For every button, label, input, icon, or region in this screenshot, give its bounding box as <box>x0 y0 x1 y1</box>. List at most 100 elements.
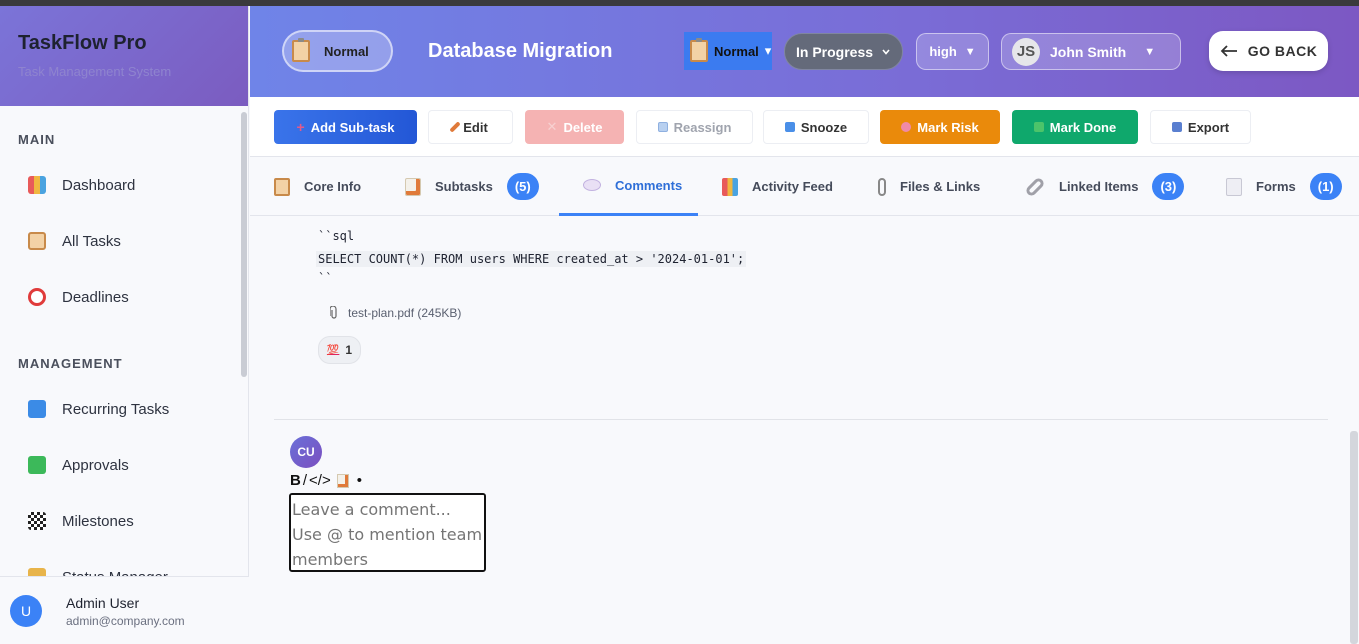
repeat-icon <box>28 400 46 418</box>
mark-risk-button[interactable]: Mark Risk <box>880 110 1000 144</box>
link-icon <box>1024 175 1046 198</box>
export-button[interactable]: Export <box>1150 110 1251 144</box>
detail-tabs: Core Info Subtasks (5) Comments Activity… <box>250 157 1359 216</box>
edit-label: Edit <box>463 119 488 135</box>
reaction-count: 1 <box>345 343 353 357</box>
sidebar-item-label: Dashboard <box>62 176 136 194</box>
chevron-down-icon: ▾ <box>764 43 772 58</box>
go-back-button[interactable]: GO BACK <box>1209 31 1328 71</box>
sidebar-item-milestones[interactable]: Milestones <box>28 512 134 530</box>
check-box-icon <box>28 456 46 474</box>
user-email: admin@company.com <box>66 614 185 628</box>
italic-button[interactable]: / <box>303 472 307 489</box>
app-title: TaskFlow Pro <box>18 32 147 54</box>
sidebar: TaskFlow Pro Task Management System MAIN… <box>0 6 249 644</box>
attachment-name: test-plan.pdf (245KB) <box>348 306 462 320</box>
reaction-chip[interactable]: 💯 1 <box>318 336 361 364</box>
action-toolbar: + Add Sub-task Edit ✕ Delete Reassign Sn… <box>250 97 1359 157</box>
tab-label: Linked Items <box>1059 179 1139 194</box>
content-scrollbar[interactable] <box>1350 431 1358 644</box>
plus-icon: + <box>296 119 305 135</box>
tab-label: Subtasks <box>435 179 493 194</box>
bar-chart-icon <box>722 177 738 196</box>
sidebar-item-dashboard[interactable]: Dashboard <box>28 176 135 194</box>
tab-linked-items[interactable]: Linked Items (3) <box>1024 157 1185 216</box>
brain-icon <box>901 122 912 132</box>
avatar: U <box>10 595 42 627</box>
x-icon: ✕ <box>546 119 558 134</box>
priority-dropdown[interactable]: high ▼ <box>916 33 989 70</box>
format-toolbar: B / </> • <box>290 472 362 489</box>
app-subtitle: Task Management System <box>18 64 172 79</box>
memo-icon <box>405 177 421 196</box>
delete-button[interactable]: ✕ Delete <box>525 110 624 144</box>
tab-activity-feed[interactable]: Activity Feed <box>722 157 833 216</box>
pause-icon <box>784 122 795 132</box>
tab-label: Forms <box>1256 179 1296 194</box>
reassign-label: Reassign <box>673 119 732 135</box>
alarm-clock-icon <box>28 288 46 306</box>
chevron-down-icon <box>882 48 890 55</box>
comment-input[interactable] <box>289 493 486 572</box>
snooze-label: Snooze <box>800 119 848 135</box>
mark-done-button[interactable]: Mark Done <box>1012 110 1138 144</box>
sidebar-item-label: All Tasks <box>62 232 121 250</box>
sidebar-item-approvals[interactable]: Approvals <box>28 456 129 474</box>
assignee-dropdown[interactable]: JS John Smith ▼ <box>1001 33 1181 70</box>
assignee-name: John Smith <box>1050 43 1127 60</box>
avatar: JS <box>1012 37 1040 66</box>
memo-icon[interactable] <box>336 473 349 488</box>
count-badge: (1) <box>1309 173 1342 200</box>
task-type-select[interactable]: Normal ▾ <box>684 32 772 70</box>
tab-comments[interactable]: Comments <box>559 157 698 216</box>
checkered-flag-icon <box>28 512 46 530</box>
status-dropdown[interactable]: In Progress <box>784 33 903 70</box>
page-title: Database Migration <box>428 40 613 62</box>
tab-label: Activity Feed <box>752 179 833 194</box>
user-profile[interactable]: U Admin User admin@company.com <box>0 576 249 644</box>
add-subtask-button[interactable]: + Add Sub-task <box>274 110 417 144</box>
bar-chart-icon <box>28 176 46 194</box>
paperclip-icon <box>878 177 886 196</box>
count-badge: (3) <box>1152 173 1185 200</box>
tab-files-links[interactable]: Files & Links <box>878 157 980 216</box>
clipboard-icon <box>274 177 290 196</box>
sidebar-item-label: Recurring Tasks <box>62 400 170 418</box>
sidebar-item-all-tasks[interactable]: All Tasks <box>28 232 121 250</box>
user-name: Admin User <box>66 595 140 611</box>
chevron-down-icon: ▼ <box>964 45 976 58</box>
attachment-link[interactable]: test-plan.pdf (245KB) <box>330 306 461 320</box>
code-block-open: ``sql <box>318 229 355 243</box>
task-header: Normal Database Migration Normal ▾ In Pr… <box>250 6 1359 97</box>
task-type-label: Normal <box>324 43 369 59</box>
document-icon <box>1226 177 1242 196</box>
reassign-icon <box>657 122 668 132</box>
nav-section-management: MANAGEMENT <box>18 356 123 371</box>
reassign-button[interactable]: Reassign <box>636 110 753 144</box>
sidebar-item-label: Milestones <box>62 512 134 530</box>
code-button[interactable]: </> <box>309 472 331 489</box>
clipboard-icon <box>690 38 708 62</box>
sidebar-item-label: Approvals <box>62 456 129 474</box>
tab-label: Files & Links <box>900 179 981 194</box>
tab-forms[interactable]: Forms (1) <box>1226 157 1342 216</box>
mark-risk-label: Mark Risk <box>917 119 979 135</box>
sidebar-item-recurring-tasks[interactable]: Recurring Tasks <box>28 400 169 418</box>
tab-subtasks[interactable]: Subtasks (5) <box>405 157 539 216</box>
chevron-down-icon: ▼ <box>1144 45 1156 58</box>
sidebar-scrollbar[interactable] <box>241 112 247 377</box>
bullet-button[interactable]: • <box>357 472 362 489</box>
task-type-chip[interactable]: Normal <box>282 30 393 72</box>
tab-core-info[interactable]: Core Info <box>274 157 361 216</box>
clipboard-icon <box>292 38 310 62</box>
clipboard-icon <box>28 232 46 250</box>
pencil-icon <box>449 121 461 133</box>
nav-section-main: MAIN <box>18 132 56 147</box>
delete-label: Delete <box>563 119 603 135</box>
snooze-button[interactable]: Snooze <box>763 110 869 144</box>
mark-done-label: Mark Done <box>1049 119 1117 135</box>
bold-button[interactable]: B <box>290 472 301 489</box>
sidebar-item-deadlines[interactable]: Deadlines <box>28 288 129 306</box>
edit-button[interactable]: Edit <box>428 110 513 144</box>
outbox-icon <box>1171 122 1182 132</box>
